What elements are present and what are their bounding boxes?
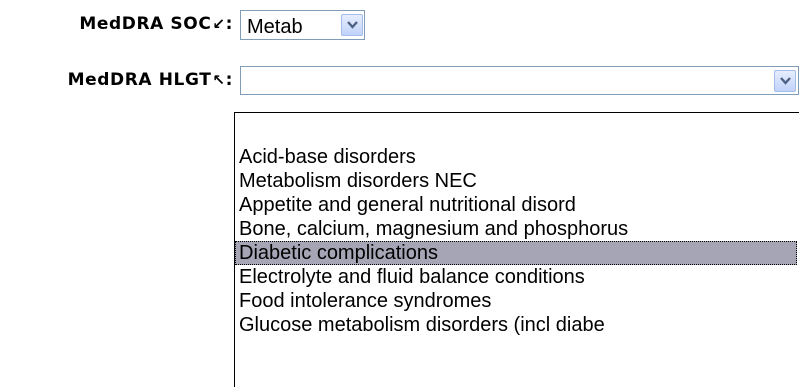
soc-label: MedDRA SOC↙:	[79, 14, 233, 34]
hlgt-options-list[interactable]: Acid-base disorders Metabolism disorders…	[234, 112, 799, 387]
hlgt-option[interactable]: Glucose metabolism disorders (incl diabe	[235, 313, 797, 337]
hlgt-option-highlighted[interactable]: Diabetic complications	[235, 241, 797, 265]
arrow-down-left-icon[interactable]: ↙	[212, 15, 225, 33]
soc-dropdown-button[interactable]	[341, 14, 363, 36]
chevron-down-icon	[780, 77, 791, 85]
hlgt-option-empty[interactable]	[235, 120, 797, 144]
hlgt-option[interactable]: Appetite and general nutritional disord	[235, 193, 797, 217]
hlgt-option[interactable]: Metabolism disorders NEC	[235, 169, 797, 193]
hlgt-option[interactable]: Bone, calcium, magnesium and phosphorus	[235, 217, 797, 241]
soc-label-text: MedDRA SOC	[79, 14, 212, 34]
hlgt-option[interactable]: Electrolyte and fluid balance conditions	[235, 265, 797, 289]
soc-select[interactable]: Metab	[240, 10, 365, 40]
hlgt-option[interactable]: Food intolerance syndromes	[235, 289, 797, 313]
hlgt-label-colon: :	[225, 70, 233, 90]
arrow-up-left-icon[interactable]: ↖	[212, 71, 225, 89]
hlgt-label-text: MedDRA HLGT	[67, 70, 212, 90]
hlgt-label: MedDRA HLGT↖:	[68, 70, 233, 90]
hlgt-option[interactable]: Acid-base disorders	[235, 145, 797, 169]
soc-select-value: Metab	[247, 16, 303, 38]
hlgt-dropdown-button[interactable]	[774, 70, 796, 92]
soc-label-colon: :	[225, 14, 233, 34]
hlgt-select[interactable]	[240, 66, 799, 95]
chevron-down-icon	[347, 21, 358, 29]
